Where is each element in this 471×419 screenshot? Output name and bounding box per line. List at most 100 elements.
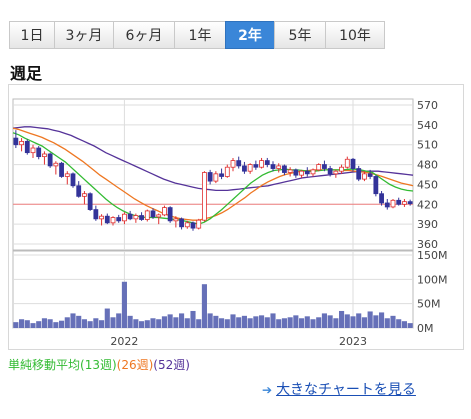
price-tick-label: 420 [417, 198, 438, 211]
candle-body [110, 217, 116, 224]
volume-bar [150, 318, 156, 328]
candle-body [82, 193, 87, 197]
price-tick-label: 570 [417, 99, 438, 112]
volume-bar [264, 317, 270, 328]
candle-body [367, 173, 373, 177]
volume-bar [213, 315, 219, 328]
candle-body [53, 162, 59, 167]
candle-body [402, 201, 407, 205]
candle-body [139, 215, 144, 220]
volume-bar [379, 312, 385, 328]
candle-body [156, 214, 162, 218]
volume-tick-label: 0M [417, 322, 434, 335]
volume-bar [184, 318, 190, 328]
candle-body [24, 141, 30, 154]
volume-bar [139, 321, 145, 328]
volume-bar [41, 318, 47, 328]
candle-body [219, 173, 224, 177]
volume-bar [259, 315, 265, 328]
volume-bar [276, 319, 282, 328]
volume-bar [241, 315, 247, 328]
candle-body [202, 172, 207, 221]
candle-body [36, 147, 42, 158]
volume-bar [344, 314, 350, 328]
candle-body [76, 185, 82, 197]
volume-bar [13, 322, 19, 328]
volume-bar [36, 321, 42, 328]
candle-body [253, 164, 259, 168]
volume-bar [367, 311, 373, 328]
volume-bar [53, 322, 59, 328]
candle-body [344, 158, 350, 168]
volume-bar [293, 315, 299, 328]
volume-bar [407, 323, 413, 328]
tab-1y[interactable]: 1年 [174, 21, 226, 49]
candle-body [93, 209, 99, 220]
candle-body [207, 172, 213, 182]
volume-bar [356, 313, 362, 328]
volume-bar [361, 317, 367, 328]
tab-10y[interactable]: 10年 [325, 21, 385, 49]
arrow-right-icon: ➔ [262, 383, 273, 397]
candle-body [379, 193, 384, 204]
candle-body [190, 222, 196, 229]
volume-bar [93, 318, 99, 328]
big-chart-link-row: ➔ 大きなチャートを見る [262, 379, 416, 399]
volume-bar [384, 318, 390, 328]
candle-body [304, 170, 310, 175]
legend-prefix: 単純移動平均 [8, 358, 81, 372]
candle-body [362, 173, 367, 180]
candle-body [299, 170, 304, 176]
volume-bar [247, 318, 253, 328]
volume-bar [196, 319, 202, 328]
volume-bar [304, 316, 310, 328]
volume-bar [19, 319, 25, 328]
candle-body [247, 164, 253, 172]
volume-bar [281, 318, 287, 328]
tab-2y[interactable]: 2年 [225, 21, 275, 49]
volume-bar [219, 318, 225, 328]
price-tick-label: 480 [417, 159, 438, 172]
candle-body [64, 173, 70, 177]
volume-bar [230, 314, 236, 328]
volume-bar [321, 313, 327, 328]
moving-average-legend: 単純移動平均(13週)(26週)(52週) [8, 356, 190, 373]
candle-body [384, 202, 390, 208]
volume-bar [287, 317, 293, 328]
volume-bar [253, 316, 259, 328]
volume-bar [59, 320, 65, 328]
tab-3m[interactable]: 3ヶ月 [54, 21, 114, 49]
volume-bar [236, 317, 242, 328]
candle-body [122, 213, 127, 222]
tab-6m[interactable]: 6ヶ月 [113, 21, 175, 49]
volume-bar [24, 320, 30, 328]
candle-body [184, 222, 190, 228]
tab-5y[interactable]: 5年 [274, 21, 326, 49]
volume-tick-label: 100M [417, 273, 448, 286]
volume-bar [121, 281, 127, 328]
candle-body [179, 218, 184, 228]
candle-body [350, 158, 356, 169]
volume-bar [64, 317, 70, 328]
candle-body [42, 153, 47, 158]
candle-body [242, 165, 247, 172]
candle-body [59, 162, 64, 177]
candle-body [213, 173, 219, 182]
tab-1d[interactable]: 1日 [9, 21, 55, 49]
candle-body [236, 160, 242, 167]
volume-bar [104, 308, 110, 328]
volume-bar [396, 319, 402, 328]
candle-body [407, 201, 413, 205]
volume-bar [310, 319, 316, 328]
candle-body [276, 165, 282, 169]
candle-body [282, 165, 287, 173]
candle-body [264, 160, 270, 165]
candle-body [230, 160, 236, 168]
big-chart-link[interactable]: 大きなチャートを見る [276, 382, 416, 398]
volume-bar [99, 320, 105, 328]
candle-body [173, 218, 179, 222]
candle-body [167, 207, 173, 222]
candle-body [373, 176, 379, 195]
volume-bar [299, 318, 305, 328]
candle-body [316, 164, 322, 171]
